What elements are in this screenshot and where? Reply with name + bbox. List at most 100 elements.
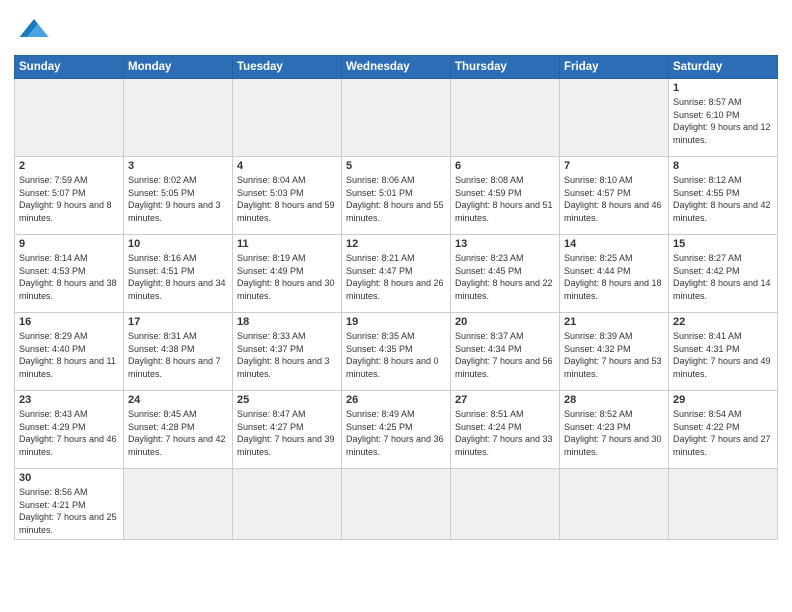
- day-cell: 22Sunrise: 8:41 AM Sunset: 4:31 PM Dayli…: [669, 313, 778, 391]
- day-number: 12: [346, 238, 446, 250]
- day-cell: 9 Sunrise: 8:14 AM Sunset: 4:53 PM Daylig…: [15, 235, 124, 313]
- day-cell: 30 Sunrise: 8:56 AM Sunset: 4:21 PM Dayli…: [15, 469, 124, 540]
- week-row-1: 2 Sunrise: 7:59 AM Sunset: 5:07 PM Daylig…: [15, 157, 778, 235]
- day-number: 25: [237, 394, 337, 406]
- day-number: 30: [19, 472, 119, 484]
- day-info: Sunrise: 8:02 AM Sunset: 5:05 PM Dayligh…: [128, 174, 228, 224]
- day-cell: 25 Sunrise: 8:47 AM Sunset: 4:27 PM Dayli…: [233, 391, 342, 469]
- day-cell: 27 Sunrise: 8:51 AM Sunset: 4:24 PM Dayli…: [451, 391, 560, 469]
- weekday-friday: Friday: [560, 56, 669, 79]
- day-number: 6: [455, 160, 555, 172]
- day-cell: [342, 469, 451, 540]
- day-info: Sunrise: 8:56 AM Sunset: 4:21 PM Dayligh…: [19, 486, 119, 536]
- day-cell: 6 Sunrise: 8:08 AM Sunset: 4:59 PM Daylig…: [451, 157, 560, 235]
- header: [14, 10, 778, 47]
- day-info: Sunrise: 8:27 AM Sunset: 4:42 PM Dayligh…: [673, 252, 773, 302]
- logo-icon: [16, 14, 52, 42]
- day-number: 22: [673, 316, 773, 328]
- weekday-header-row: SundayMondayTuesdayWednesdayThursdayFrid…: [15, 56, 778, 79]
- day-number: 16: [19, 316, 119, 328]
- day-cell: [560, 79, 669, 157]
- weekday-saturday: Saturday: [669, 56, 778, 79]
- day-number: 17: [128, 316, 228, 328]
- day-cell: 10Sunrise: 8:16 AM Sunset: 4:51 PM Dayli…: [124, 235, 233, 313]
- day-info: Sunrise: 8:06 AM Sunset: 5:01 PM Dayligh…: [346, 174, 446, 224]
- day-info: Sunrise: 8:37 AM Sunset: 4:34 PM Dayligh…: [455, 330, 555, 380]
- day-info: Sunrise: 8:12 AM Sunset: 4:55 PM Dayligh…: [673, 174, 773, 224]
- day-cell: [451, 79, 560, 157]
- day-number: 21: [564, 316, 664, 328]
- day-info: Sunrise: 8:14 AM Sunset: 4:53 PM Dayligh…: [19, 252, 119, 302]
- day-info: Sunrise: 8:08 AM Sunset: 4:59 PM Dayligh…: [455, 174, 555, 224]
- day-info: Sunrise: 8:57 AM Sunset: 6:10 PM Dayligh…: [673, 96, 773, 146]
- week-row-0: 1 Sunrise: 8:57 AM Sunset: 6:10 PM Daylig…: [15, 79, 778, 157]
- day-cell: [233, 469, 342, 540]
- day-number: 26: [346, 394, 446, 406]
- day-info: Sunrise: 8:04 AM Sunset: 5:03 PM Dayligh…: [237, 174, 337, 224]
- day-cell: [342, 79, 451, 157]
- day-number: 1: [673, 82, 773, 94]
- day-info: Sunrise: 8:49 AM Sunset: 4:25 PM Dayligh…: [346, 408, 446, 458]
- day-number: 15: [673, 238, 773, 250]
- day-info: Sunrise: 8:51 AM Sunset: 4:24 PM Dayligh…: [455, 408, 555, 458]
- day-info: Sunrise: 8:25 AM Sunset: 4:44 PM Dayligh…: [564, 252, 664, 302]
- day-info: Sunrise: 8:47 AM Sunset: 4:27 PM Dayligh…: [237, 408, 337, 458]
- day-cell: [233, 79, 342, 157]
- day-info: Sunrise: 8:39 AM Sunset: 4:32 PM Dayligh…: [564, 330, 664, 380]
- week-row-3: 16 Sunrise: 8:29 AM Sunset: 4:40 PM Dayli…: [15, 313, 778, 391]
- day-cell: 3 Sunrise: 8:02 AM Sunset: 5:05 PM Daylig…: [124, 157, 233, 235]
- week-row-5: 30 Sunrise: 8:56 AM Sunset: 4:21 PM Dayli…: [15, 469, 778, 540]
- day-cell: 1 Sunrise: 8:57 AM Sunset: 6:10 PM Daylig…: [669, 79, 778, 157]
- day-info: Sunrise: 8:52 AM Sunset: 4:23 PM Dayligh…: [564, 408, 664, 458]
- day-cell: 29 Sunrise: 8:54 AM Sunset: 4:22 PM Dayli…: [669, 391, 778, 469]
- day-cell: [124, 79, 233, 157]
- day-number: 24: [128, 394, 228, 406]
- day-info: Sunrise: 8:45 AM Sunset: 4:28 PM Dayligh…: [128, 408, 228, 458]
- day-info: Sunrise: 8:19 AM Sunset: 4:49 PM Dayligh…: [237, 252, 337, 302]
- calendar: SundayMondayTuesdayWednesdayThursdayFrid…: [14, 55, 778, 540]
- day-number: 8: [673, 160, 773, 172]
- page: SundayMondayTuesdayWednesdayThursdayFrid…: [0, 0, 792, 612]
- logo: [14, 14, 52, 47]
- day-number: 9: [19, 238, 119, 250]
- day-number: 2: [19, 160, 119, 172]
- day-number: 13: [455, 238, 555, 250]
- day-number: 7: [564, 160, 664, 172]
- day-cell: 28 Sunrise: 8:52 AM Sunset: 4:23 PM Dayli…: [560, 391, 669, 469]
- day-cell: 18Sunrise: 8:33 AM Sunset: 4:37 PM Dayli…: [233, 313, 342, 391]
- day-number: 29: [673, 394, 773, 406]
- day-cell: [451, 469, 560, 540]
- day-cell: 16 Sunrise: 8:29 AM Sunset: 4:40 PM Dayli…: [15, 313, 124, 391]
- day-info: Sunrise: 8:31 AM Sunset: 4:38 PM Dayligh…: [128, 330, 228, 380]
- day-number: 5: [346, 160, 446, 172]
- day-cell: 8 Sunrise: 8:12 AM Sunset: 4:55 PM Daylig…: [669, 157, 778, 235]
- day-cell: 4Sunrise: 8:04 AM Sunset: 5:03 PM Daylig…: [233, 157, 342, 235]
- day-number: 27: [455, 394, 555, 406]
- day-info: Sunrise: 8:21 AM Sunset: 4:47 PM Dayligh…: [346, 252, 446, 302]
- day-number: 28: [564, 394, 664, 406]
- day-cell: 26 Sunrise: 8:49 AM Sunset: 4:25 PM Dayli…: [342, 391, 451, 469]
- day-info: Sunrise: 8:16 AM Sunset: 4:51 PM Dayligh…: [128, 252, 228, 302]
- day-info: Sunrise: 8:29 AM Sunset: 4:40 PM Dayligh…: [19, 330, 119, 380]
- day-number: 18: [237, 316, 337, 328]
- day-number: 11: [237, 238, 337, 250]
- day-info: Sunrise: 8:54 AM Sunset: 4:22 PM Dayligh…: [673, 408, 773, 458]
- day-cell: 21 Sunrise: 8:39 AM Sunset: 4:32 PM Dayli…: [560, 313, 669, 391]
- weekday-wednesday: Wednesday: [342, 56, 451, 79]
- day-cell: [124, 469, 233, 540]
- day-info: Sunrise: 7:59 AM Sunset: 5:07 PM Dayligh…: [19, 174, 119, 224]
- week-row-2: 9 Sunrise: 8:14 AM Sunset: 4:53 PM Daylig…: [15, 235, 778, 313]
- day-cell: 23Sunrise: 8:43 AM Sunset: 4:29 PM Dayli…: [15, 391, 124, 469]
- day-info: Sunrise: 8:35 AM Sunset: 4:35 PM Dayligh…: [346, 330, 446, 380]
- day-cell: 14 Sunrise: 8:25 AM Sunset: 4:44 PM Dayli…: [560, 235, 669, 313]
- weekday-monday: Monday: [124, 56, 233, 79]
- day-info: Sunrise: 8:43 AM Sunset: 4:29 PM Dayligh…: [19, 408, 119, 458]
- day-cell: 2 Sunrise: 7:59 AM Sunset: 5:07 PM Daylig…: [15, 157, 124, 235]
- day-cell: 24 Sunrise: 8:45 AM Sunset: 4:28 PM Dayli…: [124, 391, 233, 469]
- day-cell: 17 Sunrise: 8:31 AM Sunset: 4:38 PM Dayli…: [124, 313, 233, 391]
- day-number: 3: [128, 160, 228, 172]
- day-number: 14: [564, 238, 664, 250]
- day-info: Sunrise: 8:23 AM Sunset: 4:45 PM Dayligh…: [455, 252, 555, 302]
- day-cell: 13 Sunrise: 8:23 AM Sunset: 4:45 PM Dayli…: [451, 235, 560, 313]
- day-cell: 19Sunrise: 8:35 AM Sunset: 4:35 PM Dayli…: [342, 313, 451, 391]
